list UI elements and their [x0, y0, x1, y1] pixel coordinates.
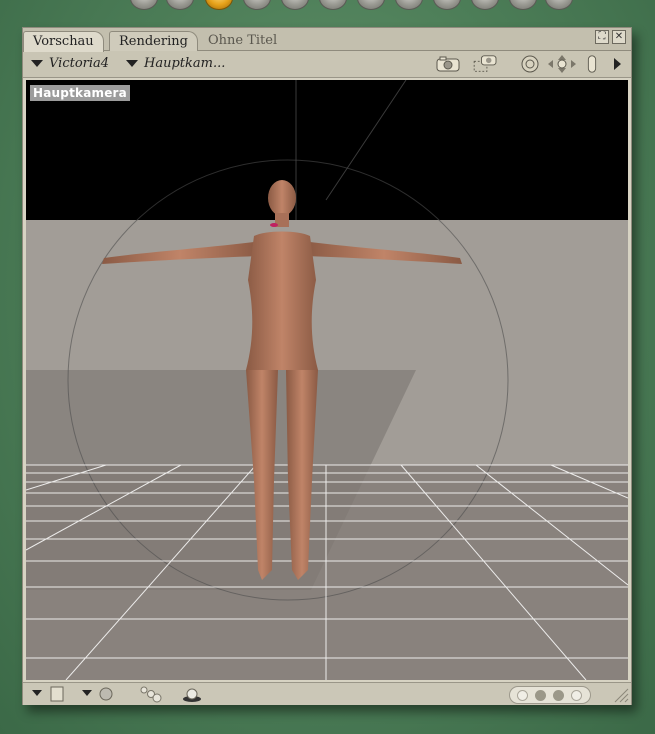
tab-ohne-titel[interactable]: Ohne Titel [199, 31, 286, 50]
figure-select[interactable]: Victoria4 [31, 55, 109, 73]
dial-button[interactable] [357, 0, 385, 10]
figure-select-label: Victoria4 [49, 56, 110, 71]
dial-button-active[interactable] [205, 0, 233, 10]
tab-bar: Vorschau Rendering Ohne Titel ⛶ ✕ [23, 28, 631, 52]
dial-button[interactable] [130, 0, 158, 10]
camera-label: Hauptkamera [30, 85, 130, 101]
tab-rendering[interactable]: Rendering [109, 31, 198, 51]
bubbles-icon[interactable] [139, 685, 163, 703]
sphere-icon[interactable] [81, 685, 115, 703]
scene-render [26, 80, 628, 680]
dial-button[interactable] [281, 0, 309, 10]
document-window: Vorschau Rendering Ohne Titel ⛶ ✕ Victor… [22, 27, 632, 705]
view-selector[interactable] [509, 686, 591, 704]
move-xy-icon[interactable] [547, 54, 577, 74]
dial-button[interactable] [395, 0, 423, 10]
document-icon[interactable] [31, 685, 67, 703]
dial-button[interactable] [243, 0, 271, 10]
camera-select-icon[interactable] [471, 54, 501, 74]
dial-button[interactable] [319, 0, 347, 10]
resize-grip-icon[interactable] [613, 687, 629, 703]
3d-viewport[interactable]: Hauptkamera [26, 80, 628, 680]
top-dial-bar [0, 0, 655, 10]
light-icon[interactable] [181, 685, 203, 703]
dial-button[interactable] [509, 0, 537, 10]
view-dot[interactable] [553, 690, 564, 701]
maximize-icon[interactable]: ⛶ [595, 30, 609, 44]
camera-select-label: Hauptkam... [144, 56, 226, 71]
view-toolbar: Victoria4 Hauptkam... [23, 51, 631, 78]
trackball-icon[interactable] [519, 54, 541, 74]
dial-button[interactable] [433, 0, 461, 10]
dial-button[interactable] [471, 0, 499, 10]
dial-button[interactable] [166, 0, 194, 10]
arrow-right-icon[interactable] [611, 54, 623, 74]
view-dot[interactable] [517, 690, 528, 701]
move-z-icon[interactable] [585, 54, 599, 74]
bottom-toolbar [23, 682, 631, 705]
chevron-down-icon [31, 60, 43, 67]
view-dot[interactable] [571, 690, 582, 701]
camera-select[interactable]: Hauptkam... [126, 55, 225, 73]
view-dot[interactable] [535, 690, 546, 701]
tab-vorschau[interactable]: Vorschau [23, 31, 104, 52]
chevron-down-icon [126, 60, 138, 67]
camera-icon[interactable] [435, 54, 461, 74]
close-icon[interactable]: ✕ [612, 30, 626, 44]
dial-button[interactable] [545, 0, 573, 10]
